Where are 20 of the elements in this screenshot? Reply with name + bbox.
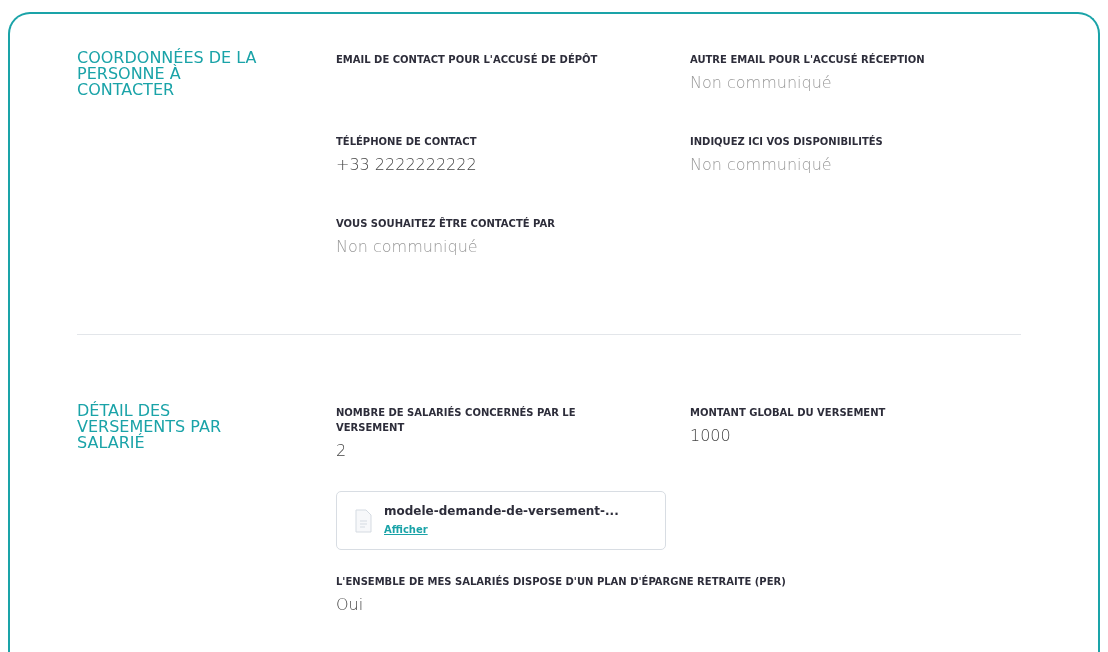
field-value: Oui	[336, 595, 365, 614]
field-label: TÉLÉPHONE DE CONTACT	[336, 134, 478, 149]
field-value: Non communiqué	[690, 155, 833, 174]
field-label: INDIQUEZ ICI VOS DISPONIBILITÉS	[690, 134, 884, 149]
file-name: modele-demande-de-versement-...	[384, 504, 619, 518]
field-value: 2	[336, 441, 348, 460]
field-value: Non communiqué	[690, 73, 833, 92]
document-icon	[355, 508, 372, 533]
field-value: +33 2222222222	[336, 155, 478, 174]
view-link[interactable]: Afficher	[384, 524, 428, 535]
field-label: AUTRE EMAIL POUR L'ACCUSÉ RÉCEPTION	[690, 52, 926, 67]
section-title: COORDONNÉES DE LA PERSONNE À CONTACTER	[77, 50, 257, 101]
field-label: L'ENSEMBLE DE MES SALARIÉS DISPOSE D'UN PLAN D'ÉPARGNE RETRAITE (PER)	[336, 574, 787, 589]
field-value: Non communiqué	[336, 237, 479, 256]
field-label: NOMBRE DE SALARIÉS CONCERNÉS PAR LE VERSEMENT	[336, 405, 577, 435]
section-title: DÉTAIL DES VERSEMENTS PAR SALARIÉ	[77, 403, 223, 454]
field-label: VOUS SOUHAITEZ ÊTRE CONTACTÉ PAR	[336, 216, 556, 231]
field-label: EMAIL DE CONTACT POUR L'ACCUSÉ DE DÉPÔT	[336, 52, 599, 67]
field-value: 1000	[690, 426, 732, 445]
field-label: MONTANT GLOBAL DU VERSEMENT	[690, 406, 887, 420]
